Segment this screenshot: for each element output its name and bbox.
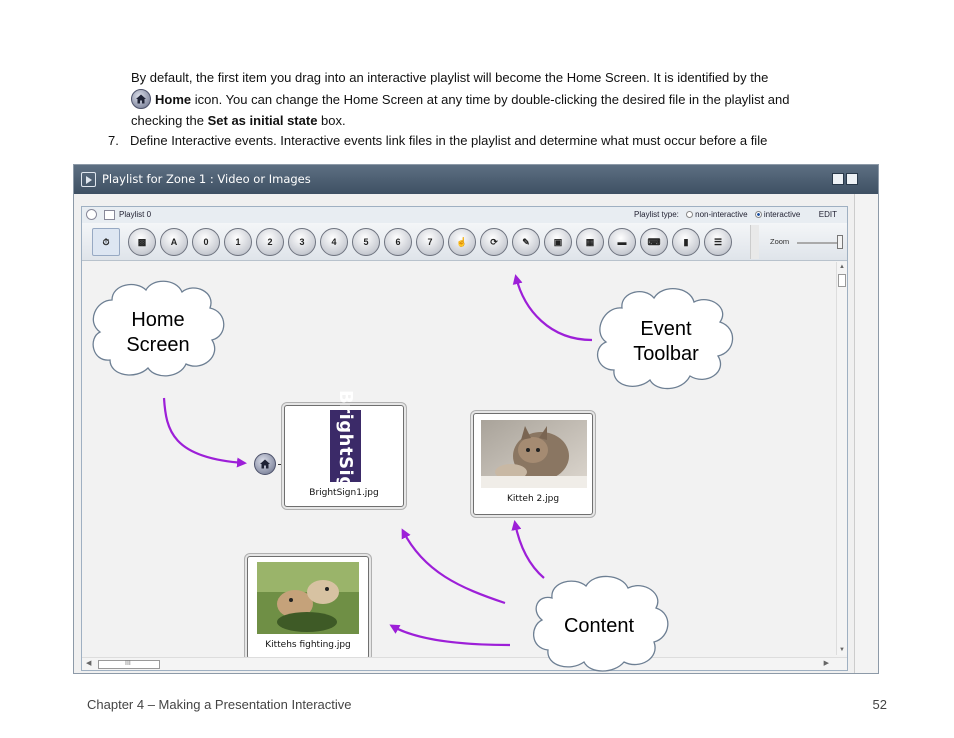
timeout-event-icon[interactable]: ⏱ [92, 228, 120, 256]
intro-line-3: checking the Set as initial state box. [131, 110, 881, 132]
gpio-4-event-icon[interactable]: 4 [320, 228, 348, 256]
text-event-icon[interactable]: A [160, 228, 188, 256]
intro-line-2: Home icon. You can change the Home Scree… [131, 88, 881, 111]
scroll-down-icon[interactable]: ▼ [839, 647, 845, 653]
window-title: Playlist for Zone 1 : Video or Images [102, 172, 311, 186]
brightsign-logo: BrightSign [330, 390, 361, 502]
interactive-label: interactive [763, 210, 801, 219]
barcode-event-icon[interactable]: ☰ [704, 228, 732, 256]
gpio-0-event-icon[interactable]: 0 [192, 228, 220, 256]
playlist-screenshot: Playlist for Zone 1 : Video or Images Pl… [73, 164, 879, 674]
home-label: Home [155, 91, 192, 107]
scroll-up-icon[interactable]: ▲ [839, 264, 845, 270]
intro-line-2-text: icon. You can change the Home Screen at … [191, 91, 790, 107]
footer-chapter: Chapter 4 – Making a Presentation Intera… [87, 697, 352, 712]
zoom-slider-handle[interactable] [837, 235, 843, 249]
zoom-slider[interactable] [797, 242, 841, 244]
list-view-icon[interactable] [832, 173, 844, 185]
view-toggle [832, 173, 858, 185]
vertical-scroll-thumb[interactable] [838, 274, 846, 287]
home-icon [131, 88, 151, 109]
serial-event-icon[interactable]: ✎ [512, 228, 540, 256]
media-event-icon[interactable]: ▦ [576, 228, 604, 256]
collapse-icon[interactable] [86, 209, 97, 220]
event-toolbar: ⏱ ▩ A 0 1 2 3 4 5 6 7 ☝ ⟳ ✎ ▣ ▦ ▬ ⌨ ▮ ☰ [82, 223, 847, 261]
udp-event-icon[interactable]: ▣ [544, 228, 572, 256]
step-text: Define Interactive events. Interactive e… [130, 133, 768, 148]
file-caption: Kitteh 2.jpg [506, 494, 560, 504]
set-initial-state-label: Set as initial state [207, 113, 318, 128]
video-end-event-icon[interactable]: ▩ [128, 228, 156, 256]
gpio-1-event-icon[interactable]: 1 [224, 228, 252, 256]
canvas-horizontal-scrollbar[interactable]: ◀ III ▶ [82, 657, 847, 670]
right-scroll-area [854, 194, 878, 673]
intro-paragraph: By default, the first item you drag into… [131, 67, 881, 132]
remote-event-icon[interactable]: ▮ [672, 228, 700, 256]
scroll-left-icon[interactable]: ◀ [86, 659, 91, 667]
toolbar-scrollbar[interactable] [750, 225, 759, 259]
file-thumbnail-brightsign[interactable]: BrightSign BrightSign1.jpg [284, 390, 404, 507]
file-thumbnail-kittehs-fighting[interactable]: Kittehs fighting.jpg [247, 556, 369, 659]
interactive-radio[interactable] [754, 211, 762, 218]
kittens-fighting-photo [257, 562, 359, 634]
scroll-grip: III [125, 660, 131, 667]
non-interactive-label: non-interactive [695, 210, 748, 219]
playlist-type: Playlist type: non-interactive interacti… [634, 210, 800, 219]
playlist-name: Playlist 0 [119, 210, 152, 219]
zoom-label: Zoom [770, 237, 790, 246]
intro-line-3-post: box. [317, 113, 346, 128]
playlist-header: Playlist 0 Playlist type: non-interactiv… [82, 207, 847, 223]
gpio-5-event-icon[interactable]: 5 [352, 228, 380, 256]
horizontal-scroll-thumb[interactable]: III [98, 660, 160, 669]
playlist-canvas: BrightSign BrightSign1.jpg Kitteh 2.jpg … [82, 262, 837, 659]
canvas-vertical-scrollbar[interactable]: ▲ ▼ [836, 262, 847, 655]
non-interactive-radio[interactable] [686, 211, 694, 218]
step-7: 7. Define Interactive events. Interactive… [108, 133, 767, 148]
playlist-play-icon[interactable] [104, 210, 115, 220]
file-thumbnail-kitteh-2[interactable]: Kitteh 2.jpg [473, 413, 593, 515]
keyboard-event-icon[interactable]: ⌨ [640, 228, 668, 256]
playlist-type-label: Playlist type: [634, 210, 679, 219]
window-titlebar: Playlist for Zone 1 : Video or Images [74, 165, 878, 194]
playlist-panel: Playlist 0 Playlist type: non-interactiv… [81, 206, 848, 671]
kitten-photo [481, 420, 587, 488]
refresh-event-icon[interactable]: ⟳ [480, 228, 508, 256]
file-caption: BrightSign1.jpg [309, 488, 379, 498]
gpio-7-event-icon[interactable]: 7 [416, 228, 444, 256]
intro-line-3-pre: checking the [131, 113, 208, 128]
touch-event-icon[interactable]: ☝ [448, 228, 476, 256]
gpio-2-event-icon[interactable]: 2 [256, 228, 284, 256]
step-number: 7. [108, 133, 119, 148]
gpio-3-event-icon[interactable]: 3 [288, 228, 316, 256]
grid-view-icon[interactable] [846, 173, 858, 185]
gpio-6-event-icon[interactable]: 6 [384, 228, 412, 256]
usb-event-icon[interactable]: ▬ [608, 228, 636, 256]
scroll-right-icon[interactable]: ▶ [824, 659, 829, 667]
page-number: 52 [872, 697, 887, 712]
file-caption: Kittehs fighting.jpg [265, 640, 351, 650]
play-icon[interactable] [81, 172, 96, 187]
intro-line-1: By default, the first item you drag into… [131, 70, 769, 85]
home-node-icon[interactable] [254, 453, 276, 475]
edit-button[interactable]: EDIT [819, 210, 837, 219]
